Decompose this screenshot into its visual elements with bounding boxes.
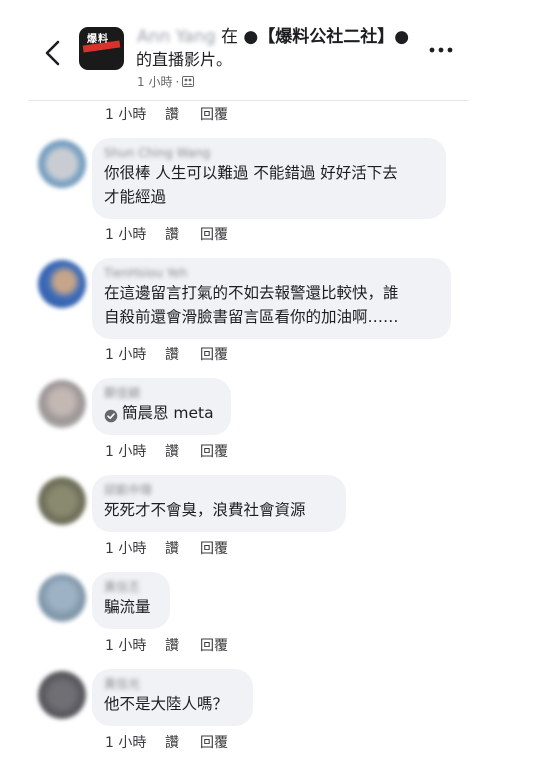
comment-actions: 1 小時 讚 回覆 xyxy=(105,104,228,124)
more-options-button[interactable] xyxy=(428,40,454,60)
comment-actions: 1 小時 讚 回覆 xyxy=(105,224,228,244)
comment-text-line: 在這邊留言打氣的不如去報警還比較快，誰 xyxy=(104,284,399,302)
comment-bubble: TienHsiou Yeh 在這邊留言打氣的不如去報警還比較快，誰 自殺前還會滑… xyxy=(92,258,451,339)
commenter-avatar[interactable] xyxy=(38,140,86,188)
like-button[interactable]: 讚 xyxy=(165,538,200,558)
commenter-name[interactable]: 黃信丕 xyxy=(104,579,158,595)
comment-time[interactable]: 1 小時 xyxy=(105,441,165,461)
comment-text-line: 你很棒 人生可以難過 不能錯過 好好活下去 xyxy=(104,164,398,182)
comment-actions: 1 小時 讚 回覆 xyxy=(105,635,228,655)
header-divider xyxy=(28,100,469,101)
reply-button[interactable]: 回覆 xyxy=(200,224,228,244)
like-button[interactable]: 讚 xyxy=(165,344,200,364)
comment-bubble: 鄭佳穎 簡晨恩 meta xyxy=(92,378,231,435)
reply-button[interactable]: 回覆 xyxy=(200,732,228,752)
like-button[interactable]: 讚 xyxy=(165,635,200,655)
title-connector: 在 xyxy=(221,27,239,47)
reply-button[interactable]: 回覆 xyxy=(200,538,228,558)
commenter-avatar[interactable] xyxy=(38,574,86,622)
mention-tag[interactable]: 簡晨恩 meta xyxy=(104,401,219,425)
post-time[interactable]: 1 小時 xyxy=(137,73,172,90)
post-title-suffix: 的直播影片。 xyxy=(136,50,233,69)
like-button[interactable]: 讚 xyxy=(165,441,200,461)
poster-name[interactable]: Ann Yang xyxy=(137,27,216,47)
comment-text-line: 死死才不會臭，浪費社會資源 xyxy=(104,501,306,519)
comment-time[interactable]: 1 小時 xyxy=(105,732,165,752)
reply-button[interactable]: 回覆 xyxy=(200,635,228,655)
page-name-link[interactable]: ●【爆料公社二社】● xyxy=(243,27,409,47)
commenter-name[interactable]: 邱凱中瑋 xyxy=(104,482,334,498)
reply-button[interactable]: 回覆 xyxy=(200,441,228,461)
commenter-name[interactable]: TienHsiou Yeh xyxy=(104,265,439,281)
comment-text-line: 他不是大陸人嗎？ xyxy=(104,695,229,713)
reply-button[interactable]: 回覆 xyxy=(200,344,228,364)
comment-actions: 1 小時 讚 回覆 xyxy=(105,732,228,752)
page-avatar[interactable]: 爆料 xyxy=(79,27,124,70)
comment-bubble: 黃信光 他不是大陸人嗎？ xyxy=(92,669,253,726)
chevron-left-icon xyxy=(45,40,60,66)
comment-text-line: 才能經過 xyxy=(104,188,167,206)
comment-time[interactable]: 1 小時 xyxy=(105,538,165,558)
mention-text: 簡晨恩 meta xyxy=(122,404,214,422)
commenter-name[interactable]: Shun Ching Wang xyxy=(104,145,434,161)
post-meta: 1 小時 · xyxy=(137,73,195,90)
comment-actions: 1 小時 讚 回覆 xyxy=(105,538,228,558)
comment-bubble: 邱凱中瑋 死死才不會臭，浪費社會資源 xyxy=(92,475,346,532)
like-button[interactable]: 讚 xyxy=(165,224,200,244)
comment-bubble: Shun Ching Wang 你很棒 人生可以難過 不能錯過 好好活下去 才能… xyxy=(92,138,446,219)
verified-mention-icon xyxy=(104,406,118,423)
comment-actions: 1 小時 讚 回覆 xyxy=(105,344,228,364)
post-title: Ann Yang 在 ●【爆料公社二社】● xyxy=(137,26,409,48)
comment-text-line: 自殺前還會滑臉書留言區看你的加油啊…… xyxy=(104,308,399,326)
comment-time[interactable]: 1 小時 xyxy=(105,224,165,244)
commenter-avatar[interactable] xyxy=(38,671,86,719)
commenter-avatar[interactable] xyxy=(38,380,86,428)
comment-actions: 1 小時 讚 回覆 xyxy=(105,441,228,461)
comment-time[interactable]: 1 小時 xyxy=(105,344,165,364)
comment-text-line: 騙流量 xyxy=(104,598,151,616)
reply-button[interactable]: 回覆 xyxy=(200,104,228,124)
comment-time[interactable]: 1 小時 xyxy=(105,104,165,124)
like-button[interactable]: 讚 xyxy=(165,104,200,124)
friends-privacy-icon xyxy=(182,76,195,87)
post-header: 爆料 Ann Yang 在 ●【爆料公社二社】● 的直播影片。 1 小時 · xyxy=(0,0,541,102)
meta-separator: · xyxy=(175,74,180,89)
like-button[interactable]: 讚 xyxy=(165,732,200,752)
commenter-name[interactable]: 黃信光 xyxy=(104,676,241,692)
commenter-avatar[interactable] xyxy=(38,260,86,308)
comment-time[interactable]: 1 小時 xyxy=(105,635,165,655)
more-dots-icon xyxy=(429,47,453,53)
back-button[interactable] xyxy=(40,38,66,68)
comment-bubble: 黃信丕 騙流量 xyxy=(92,572,170,629)
commenter-name[interactable]: 鄭佳穎 xyxy=(104,385,219,401)
avatar-logo-text: 爆料 xyxy=(87,34,109,45)
commenter-avatar[interactable] xyxy=(38,477,86,525)
